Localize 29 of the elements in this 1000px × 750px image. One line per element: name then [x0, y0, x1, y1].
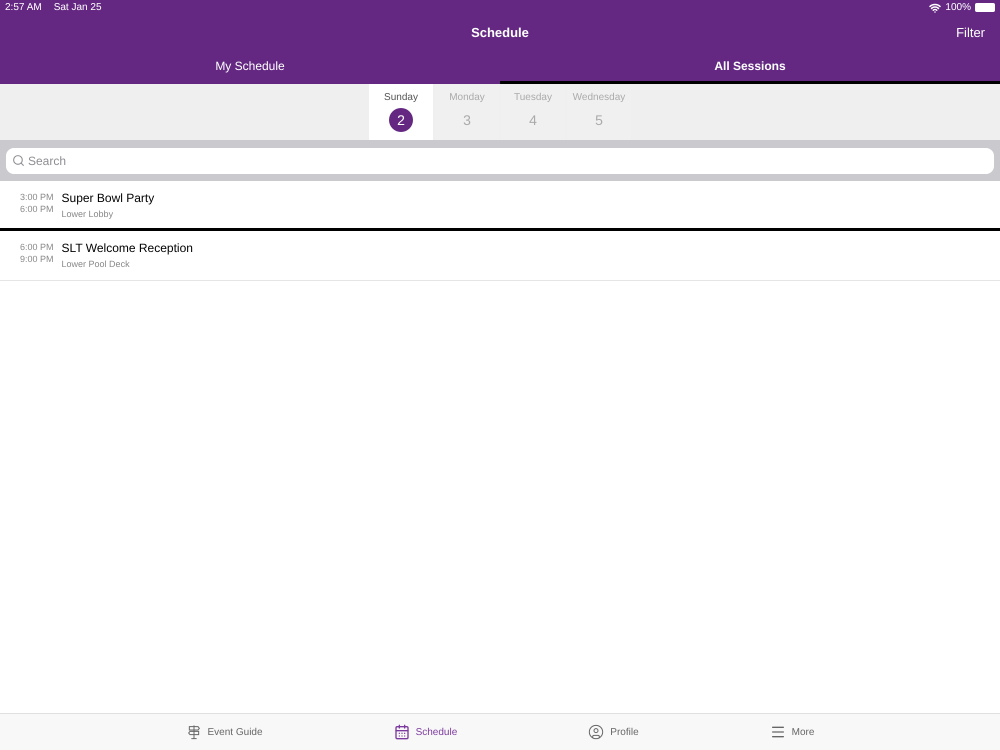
search-icon	[12, 154, 25, 166]
tab-bar-item[interactable]: Profile	[588, 724, 639, 740]
tab-bar-item[interactable]: Schedule	[394, 724, 458, 740]
filter-button[interactable]: Filter	[956, 23, 985, 43]
session-title: SLT Welcome Reception	[62, 241, 193, 255]
start-time: 3:00 PM	[20, 191, 54, 203]
wifi-icon	[929, 2, 942, 14]
start-time: 6:00 PM	[20, 241, 54, 253]
end-time: 9:00 PM	[20, 253, 54, 265]
search-field[interactable]: Search	[6, 148, 994, 174]
calendar-icon	[394, 724, 410, 740]
day-tab[interactable]: Sunday 2	[369, 84, 433, 140]
status-time: 2:57 AM	[5, 1, 42, 15]
profile-icon	[588, 724, 604, 740]
tab-bar-item[interactable]: Event Guide	[186, 724, 263, 740]
segment-tab[interactable]: My Schedule	[0, 51, 500, 84]
session-location: Lower Pool Deck	[62, 258, 131, 271]
status-date: Sat Jan 25	[54, 1, 102, 15]
battery-percent: 100%	[945, 1, 971, 15]
menu-icon	[770, 724, 786, 740]
nav-title: Schedule	[470, 24, 530, 42]
battery-icon	[975, 3, 995, 12]
session-title: Super Bowl Party	[62, 191, 154, 205]
session-row[interactable]: 3:00 PM 6:00 PM Super Bowl Party Lower Lobby	[0, 181, 1000, 231]
session-row[interactable]: 6:00 PM 9:00 PM SLT Welcome Reception Lower Pool Deck	[0, 231, 1000, 281]
tab-bar-item[interactable]: More	[770, 724, 814, 740]
signpost-icon	[186, 724, 202, 740]
session-location: Lower Lobby	[62, 208, 114, 221]
end-time: 6:00 PM	[20, 203, 54, 215]
